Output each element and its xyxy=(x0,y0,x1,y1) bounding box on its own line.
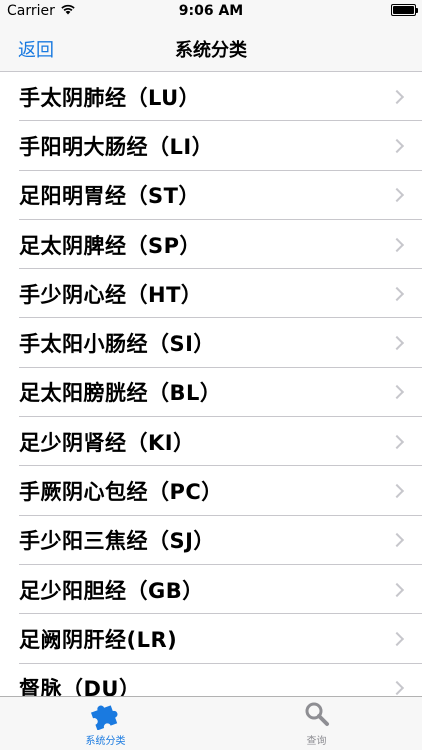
status-time: 9:06 AM xyxy=(178,3,244,19)
list-item-label: 足太阴脾经（SP） xyxy=(19,233,202,258)
list-item-label: 手阳明大肠经（LI） xyxy=(19,134,214,159)
puzzle-icon xyxy=(89,698,123,730)
chevron-right-icon xyxy=(389,533,405,548)
chevron-right-icon xyxy=(389,681,405,696)
chevron-right-icon xyxy=(389,138,405,154)
page-title: 系统分类 xyxy=(175,40,247,61)
list-item-label: 手太阳小肠经（SI） xyxy=(19,332,215,357)
list-item-label: 足阳明胃经（ST） xyxy=(19,184,200,209)
chevron-right-icon xyxy=(389,188,405,203)
chevron-right-icon xyxy=(389,631,405,646)
chevron-right-icon xyxy=(389,336,405,351)
list-item-label: 督脉（DU） xyxy=(19,677,141,696)
chevron-right-icon xyxy=(389,89,405,104)
chevron-right-icon xyxy=(389,237,405,252)
tab-search[interactable]: 查询 xyxy=(211,697,422,750)
list-item-label: 足少阳胆经（GB） xyxy=(19,578,204,603)
screen: Carrier 9:06 AM 返回 系统分类 手太阴肺经（LU） 手阳明大肠经… xyxy=(0,0,422,750)
list-item-label: 手厥阴心包经（PC） xyxy=(19,480,223,505)
battery-icon xyxy=(391,4,418,16)
list-item[interactable]: 手太阴肺经（LU） xyxy=(0,72,422,122)
list-item-label: 手少阴心经（HT） xyxy=(19,282,203,307)
chevron-right-icon xyxy=(389,434,405,449)
list-item[interactable]: 足太阳膀胱经（BL） xyxy=(0,368,422,418)
tab-label: 查询 xyxy=(306,736,327,747)
list-item[interactable]: 足阳明胃经（ST） xyxy=(0,171,422,221)
list-item-label: 手太阴肺经（LU） xyxy=(19,85,201,110)
tab-bar: 系统分类 查询 xyxy=(0,696,422,750)
chevron-right-icon xyxy=(389,582,405,597)
list-item[interactable]: 足少阴肾经（KI） xyxy=(0,417,422,467)
list-item[interactable]: 督脉（DU） xyxy=(0,664,422,696)
status-right xyxy=(391,4,418,16)
list-item[interactable]: 手少阳三焦经（SJ） xyxy=(0,516,422,566)
chevron-right-icon xyxy=(389,483,405,499)
search-icon xyxy=(303,698,331,730)
list-item[interactable]: 足阙阴肝经(LR) xyxy=(0,614,422,664)
tab-label: 系统分类 xyxy=(85,736,126,747)
list-item[interactable]: 手厥阴心包经（PC） xyxy=(0,466,422,516)
list-item-label: 足少阴肾经（KI） xyxy=(19,430,195,455)
list-item[interactable]: 手太阳小肠经（SI） xyxy=(0,318,422,369)
chevron-right-icon xyxy=(389,385,405,400)
meridian-list: 手太阴肺经（LU） 手阳明大肠经（LI） 足阳明胃经（ST） 足太阴脾经（SP）… xyxy=(0,72,422,696)
list-item-label: 足太阳膀胱经（BL） xyxy=(19,381,222,406)
list-item-label: 足阙阴肝经(LR) xyxy=(19,627,178,652)
navigation-bar: 返回 系统分类 xyxy=(0,24,422,72)
chevron-right-icon xyxy=(389,286,405,301)
list-item[interactable]: 足少阳胆经（GB） xyxy=(0,565,422,615)
tab-system-category[interactable]: 系统分类 xyxy=(0,697,211,750)
list-item-label: 手少阳三焦经（SJ） xyxy=(19,529,215,554)
list-item[interactable]: 足太阴脾经（SP） xyxy=(0,220,422,270)
list-item[interactable]: 手少阴心经（HT） xyxy=(0,269,422,319)
status-bar: Carrier 9:06 AM xyxy=(0,0,422,24)
list-item[interactable]: 手阳明大肠经（LI） xyxy=(0,121,422,171)
